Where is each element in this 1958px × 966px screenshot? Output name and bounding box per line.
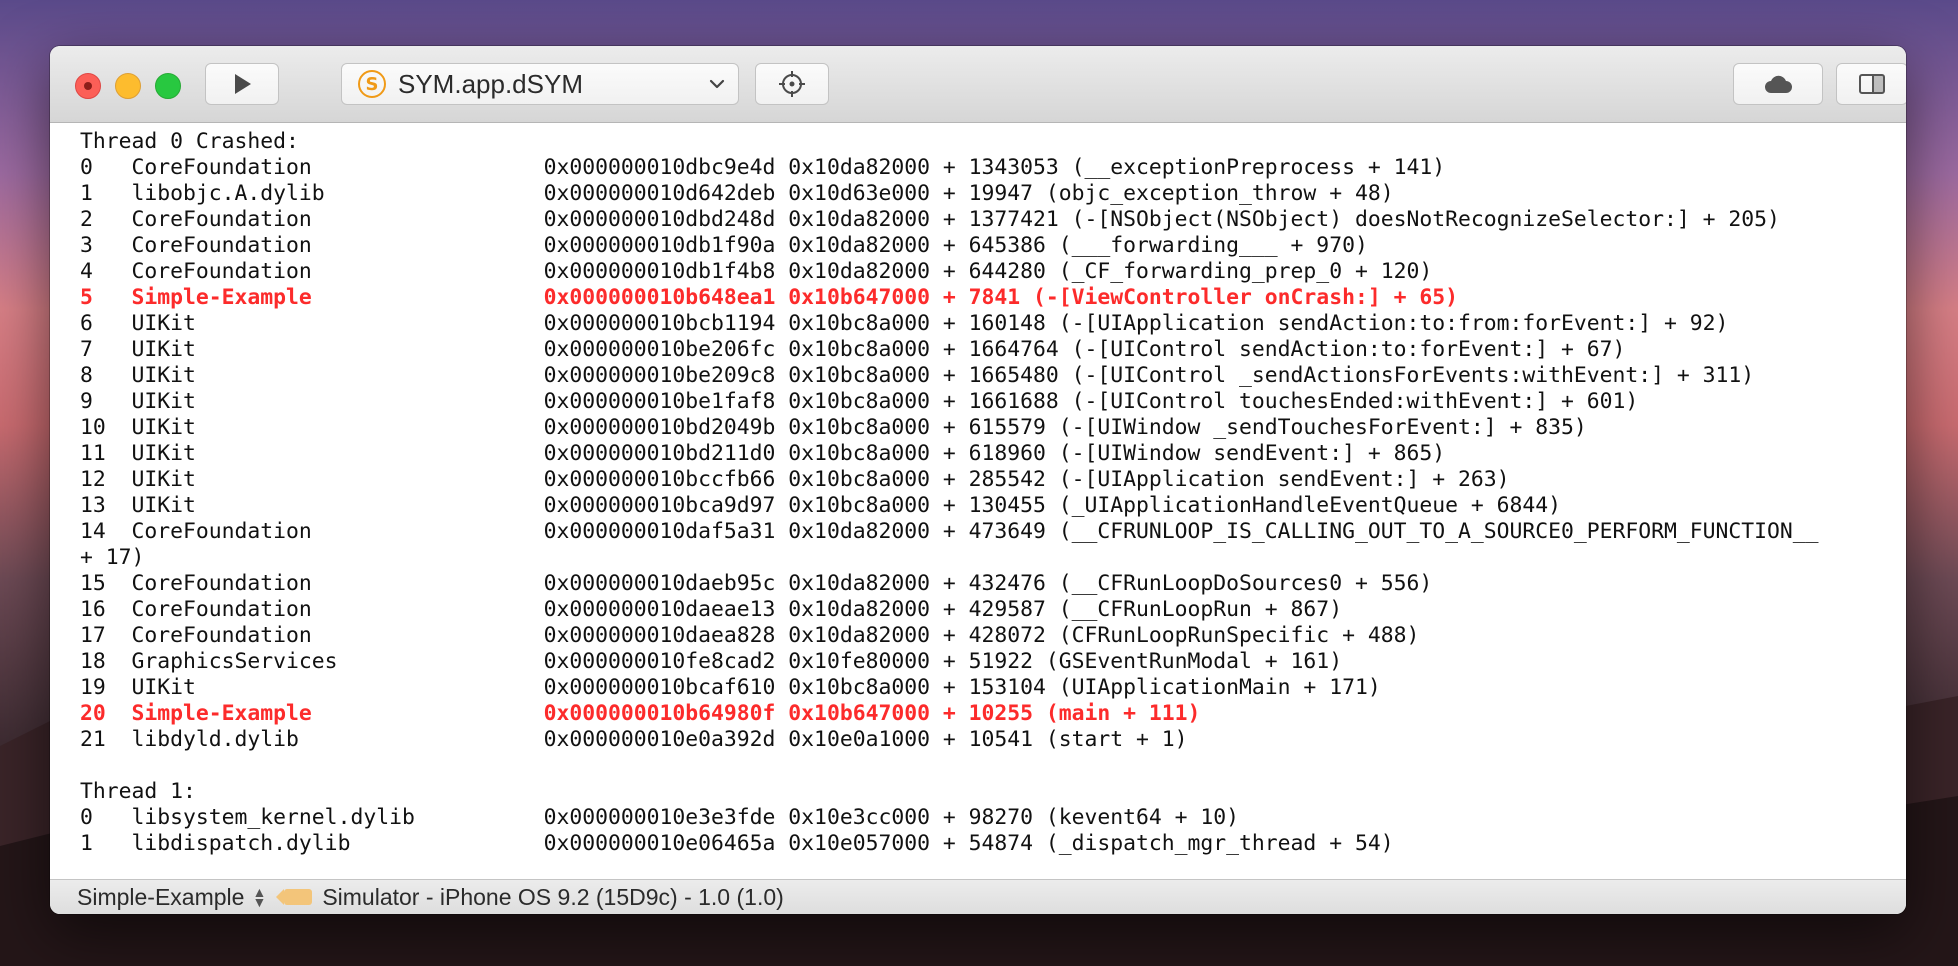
thread0-frame: 2 CoreFoundation 0x000000010dbd248d 0x10…	[80, 207, 1780, 232]
up-down-chevron-icon[interactable]: ▲ ▼	[252, 885, 266, 909]
thread0-frame: 1 libobjc.A.dylib 0x000000010d642deb 0x1…	[80, 181, 1394, 206]
thread0-frame: 10 UIKit 0x000000010bd2049b 0x10bc8a000 …	[80, 415, 1587, 440]
thread0-frame: 20 Simple-Example 0x000000010b64980f 0x1…	[80, 701, 1201, 726]
thread0-frame: 12 UIKit 0x000000010bccfb66 0x10bc8a000 …	[80, 467, 1510, 492]
device-info: Simulator - iPhone OS 9.2 (15D9c) - 1.0 …	[322, 883, 784, 910]
crash-log-view[interactable]: Thread 0 Crashed: 0 CoreFoundation 0x000…	[50, 123, 1906, 863]
thread0-frame: 6 UIKit 0x000000010bcb1194 0x10bc8a000 +…	[80, 311, 1729, 336]
thread0-frame: 8 UIKit 0x000000010be209c8 0x10bc8a000 +…	[80, 363, 1755, 388]
thread1-frame: 1 libdispatch.dylib 0x000000010e06465a 0…	[80, 831, 1394, 856]
cloud-icon	[1765, 75, 1792, 93]
dsym-name: SYM.app.dSYM	[398, 68, 583, 99]
thread0-frame: 21 libdyld.dylib 0x000000010e0a392d 0x10…	[80, 727, 1188, 752]
thread0-frame: 18 GraphicsServices 0x000000010fe8cad2 0…	[80, 649, 1343, 674]
sidebar-right-icon	[1859, 74, 1885, 94]
crash-log-text: Thread 0 Crashed: 0 CoreFoundation 0x000…	[80, 129, 1819, 857]
thread-header: Thread 0 Crashed:	[80, 129, 299, 154]
thread0-frame: 16 CoreFoundation 0x000000010daeae13 0x1…	[80, 597, 1343, 622]
cloud-button[interactable]	[1733, 63, 1823, 105]
thread0-frame: 17 CoreFoundation 0x000000010daea828 0x1…	[80, 623, 1420, 648]
thread0-frame: 7 UIKit 0x000000010be206fc 0x10bc8a000 +…	[80, 337, 1626, 362]
thread0-frame: 19 UIKit 0x000000010bcaf610 0x10bc8a000 …	[80, 675, 1381, 700]
thread0-frame: 0 CoreFoundation 0x000000010dbc9e4d 0x10…	[80, 155, 1446, 180]
dsym-app-icon: S	[358, 70, 386, 98]
tag-icon	[276, 889, 313, 905]
thread0-frame: 14 CoreFoundation 0x000000010daf5a31 0x1…	[80, 519, 1819, 570]
zoom-window-button[interactable]	[155, 73, 181, 99]
thread0-frame: 9 UIKit 0x000000010be1faf8 0x10bc8a000 +…	[80, 389, 1639, 414]
thread0-frame: 3 CoreFoundation 0x000000010db1f90a 0x10…	[80, 233, 1368, 258]
thread0-frame: 15 CoreFoundation 0x000000010daeb95c 0x1…	[80, 571, 1433, 596]
crosshair-icon	[779, 71, 805, 97]
thread1-frame: 0 libsystem_kernel.dylib 0x000000010e3e3…	[80, 805, 1240, 830]
app-window: S SYM.app.dSYM Thread 0 Crashed: 0 CoreF…	[50, 46, 1906, 914]
play-icon	[235, 74, 251, 94]
minimize-window-button[interactable]	[115, 73, 141, 99]
thread0-frame: 11 UIKit 0x000000010bd211d0 0x10bc8a000 …	[80, 441, 1446, 466]
close-window-button[interactable]	[75, 73, 101, 99]
target-selector[interactable]: Simple-Example	[77, 884, 244, 911]
run-button[interactable]	[205, 63, 279, 105]
thread0-frame: 5 Simple-Example 0x000000010b648ea1 0x10…	[80, 285, 1458, 310]
toggle-panel-button[interactable]	[1836, 63, 1906, 105]
locate-button[interactable]	[755, 63, 829, 105]
thread-header: Thread 1:	[80, 779, 196, 804]
thread0-frame: 4 CoreFoundation 0x000000010db1f4b8 0x10…	[80, 259, 1433, 284]
chevron-down-icon	[709, 79, 725, 89]
thread0-frame: 13 UIKit 0x000000010bca9d97 0x10bc8a000 …	[80, 493, 1561, 518]
toolbar: S SYM.app.dSYM	[50, 46, 1906, 123]
dsym-selector[interactable]: S SYM.app.dSYM	[341, 63, 739, 105]
status-bar: Simple-Example ▲ ▼ Simulator - iPhone OS …	[50, 879, 1906, 914]
